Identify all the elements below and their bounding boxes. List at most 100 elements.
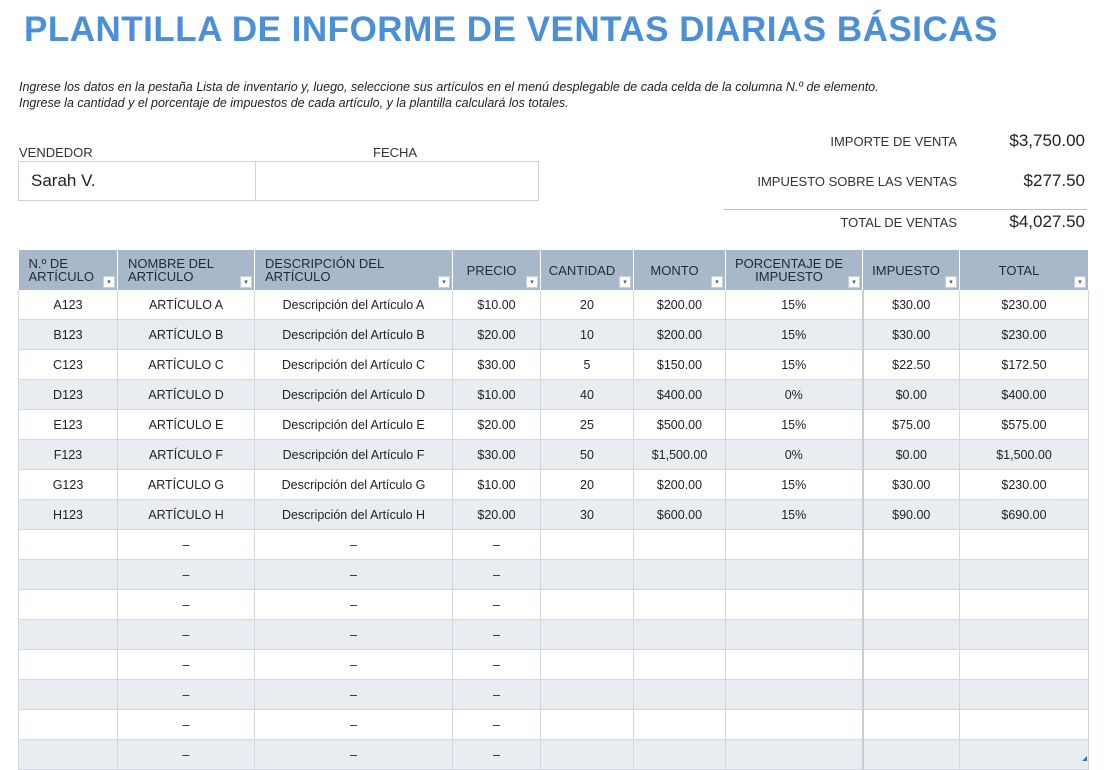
cell-item-description[interactable]: Descripción del Artículo F — [254, 439, 453, 470]
cell-amount[interactable]: $400.00 — [633, 379, 726, 410]
date-field[interactable] — [256, 162, 538, 200]
cell-total[interactable]: $400.00 — [959, 379, 1089, 410]
cell-total[interactable] — [959, 529, 1089, 560]
cell-amount[interactable]: $500.00 — [633, 409, 726, 440]
cell-amount[interactable] — [633, 679, 726, 710]
filter-dropdown-icon[interactable]: ▾ — [438, 276, 450, 288]
cell-tax[interactable]: $90.00 — [861, 499, 960, 530]
cell-item-name[interactable]: ARTÍCULO A — [117, 290, 255, 320]
vendor-field[interactable]: Sarah V. — [19, 162, 256, 200]
filter-dropdown-icon[interactable]: ▾ — [240, 276, 252, 288]
cell-tax-percent[interactable] — [725, 529, 863, 560]
cell-item-number[interactable]: C123 — [18, 349, 118, 380]
cell-item-name[interactable]: – — [117, 679, 255, 710]
cell-item-name[interactable]: ARTÍCULO D — [117, 379, 255, 410]
cell-quantity[interactable] — [540, 619, 634, 650]
cell-amount[interactable] — [633, 559, 726, 590]
cell-item-description[interactable]: Descripción del Artículo E — [254, 409, 453, 440]
cell-tax[interactable]: $0.00 — [861, 379, 960, 410]
cell-total[interactable] — [959, 559, 1089, 590]
filter-dropdown-icon[interactable]: ▾ — [1074, 276, 1086, 288]
cell-tax[interactable] — [861, 739, 960, 770]
cell-quantity[interactable] — [540, 559, 634, 590]
cell-quantity[interactable]: 25 — [540, 409, 634, 440]
cell-amount[interactable] — [633, 739, 726, 770]
cell-price[interactable]: $10.00 — [452, 379, 541, 410]
cell-item-name[interactable]: – — [117, 619, 255, 650]
cell-tax[interactable] — [861, 619, 960, 650]
cell-price[interactable]: – — [452, 559, 541, 590]
filter-dropdown-icon[interactable]: ▾ — [711, 276, 723, 288]
cell-tax-percent[interactable]: 15% — [725, 499, 863, 530]
cell-amount[interactable]: $1,500.00 — [633, 439, 726, 470]
cell-item-number[interactable]: B123 — [18, 319, 118, 350]
cell-item-description[interactable]: – — [254, 679, 453, 710]
cell-tax-percent[interactable] — [725, 649, 863, 680]
cell-item-description[interactable]: – — [254, 619, 453, 650]
cell-price[interactable]: – — [452, 679, 541, 710]
filter-dropdown-icon[interactable]: ▾ — [945, 276, 957, 288]
cell-amount[interactable] — [633, 619, 726, 650]
cell-tax[interactable]: $30.00 — [861, 469, 960, 500]
cell-amount[interactable] — [633, 529, 726, 560]
cell-item-name[interactable]: – — [117, 529, 255, 560]
cell-item-number[interactable]: E123 — [18, 409, 118, 440]
cell-tax[interactable] — [861, 529, 960, 560]
cell-price[interactable]: – — [452, 529, 541, 560]
cell-item-name[interactable]: – — [117, 739, 255, 770]
filter-dropdown-icon[interactable]: ▾ — [848, 276, 860, 288]
cell-item-number[interactable] — [18, 559, 118, 590]
cell-item-number[interactable] — [18, 529, 118, 560]
cell-tax-percent[interactable] — [725, 619, 863, 650]
cell-item-number[interactable]: F123 — [18, 439, 118, 470]
cell-price[interactable]: – — [452, 619, 541, 650]
cell-price[interactable]: – — [452, 589, 541, 620]
cell-quantity[interactable] — [540, 649, 634, 680]
cell-price[interactable]: $30.00 — [452, 349, 541, 380]
cell-item-name[interactable]: ARTÍCULO F — [117, 439, 255, 470]
cell-total[interactable] — [959, 649, 1089, 680]
cell-total[interactable]: $1,500.00 — [959, 439, 1089, 470]
cell-amount[interactable]: $200.00 — [633, 290, 726, 320]
cell-price[interactable]: – — [452, 649, 541, 680]
cell-amount[interactable] — [633, 709, 726, 740]
cell-tax[interactable] — [861, 559, 960, 590]
cell-tax-percent[interactable]: 0% — [725, 439, 863, 470]
filter-dropdown-icon[interactable]: ▾ — [103, 276, 115, 288]
cell-price[interactable]: – — [452, 709, 541, 740]
cell-total[interactable]: $172.50 — [959, 349, 1089, 380]
cell-item-description[interactable]: – — [254, 559, 453, 590]
cell-quantity[interactable]: 40 — [540, 379, 634, 410]
cell-item-description[interactable]: Descripción del Artículo C — [254, 349, 453, 380]
cell-tax-percent[interactable] — [725, 739, 863, 770]
cell-quantity[interactable]: 5 — [540, 349, 634, 380]
cell-tax-percent[interactable] — [725, 559, 863, 590]
cell-item-name[interactable]: ARTÍCULO C — [117, 349, 255, 380]
cell-item-number[interactable] — [18, 589, 118, 620]
cell-total[interactable] — [959, 589, 1089, 620]
cell-item-name[interactable]: – — [117, 649, 255, 680]
cell-item-name[interactable]: – — [117, 709, 255, 740]
cell-quantity[interactable]: 20 — [540, 290, 634, 320]
cell-price[interactable]: – — [452, 739, 541, 770]
cell-tax[interactable]: $30.00 — [861, 290, 960, 320]
cell-tax[interactable]: $22.50 — [861, 349, 960, 380]
cell-item-number[interactable] — [18, 739, 118, 770]
table-resize-handle[interactable] — [1082, 756, 1087, 761]
cell-item-name[interactable]: ARTÍCULO H — [117, 499, 255, 530]
cell-total[interactable] — [959, 709, 1089, 740]
cell-total[interactable]: $230.00 — [959, 469, 1089, 500]
cell-price[interactable]: $10.00 — [452, 290, 541, 320]
cell-total[interactable]: $230.00 — [959, 319, 1089, 350]
cell-tax[interactable]: $30.00 — [861, 319, 960, 350]
cell-item-number[interactable] — [18, 679, 118, 710]
cell-item-name[interactable]: – — [117, 589, 255, 620]
cell-item-number[interactable]: H123 — [18, 499, 118, 530]
cell-item-number[interactable] — [18, 649, 118, 680]
cell-item-description[interactable]: Descripción del Artículo H — [254, 499, 453, 530]
cell-quantity[interactable] — [540, 529, 634, 560]
cell-amount[interactable] — [633, 589, 726, 620]
cell-tax-percent[interactable] — [725, 709, 863, 740]
cell-tax-percent[interactable]: 15% — [725, 349, 863, 380]
cell-total[interactable] — [959, 739, 1089, 770]
